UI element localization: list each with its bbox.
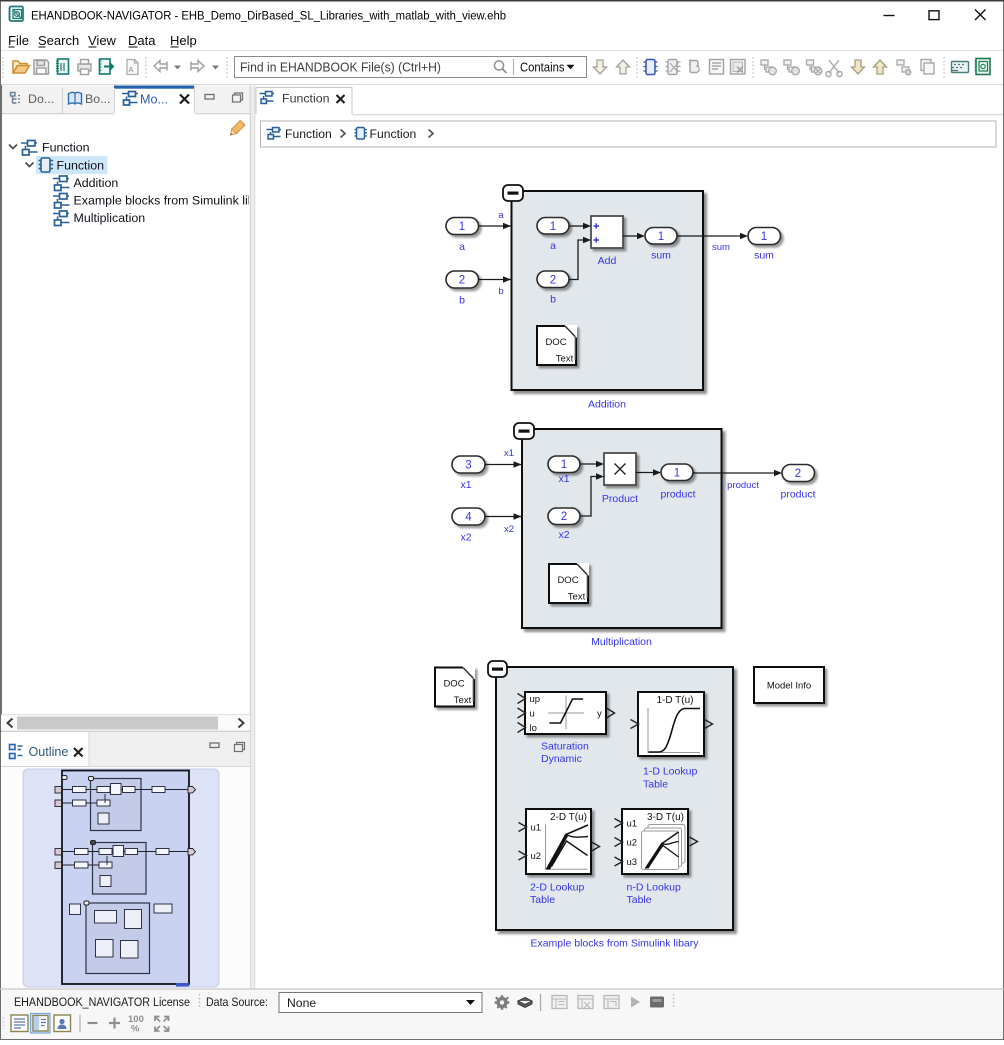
svg-text:Data: Data — [128, 33, 156, 48]
svg-text:Help: Help — [170, 33, 197, 48]
svg-text:sum: sum — [712, 242, 730, 253]
svg-text:u2: u2 — [531, 851, 542, 862]
svg-text:Do...: Do... — [28, 92, 54, 106]
svg-text:x1: x1 — [504, 448, 514, 459]
svg-text:up: up — [530, 694, 541, 705]
svg-text:u3: u3 — [627, 857, 638, 868]
svg-text:Function: Function — [285, 127, 332, 141]
svg-text:product: product — [780, 489, 815, 501]
svg-text:1-D Lookup: 1-D Lookup — [643, 766, 697, 778]
svg-text:2: 2 — [550, 275, 556, 287]
svg-text:2: 2 — [561, 511, 567, 523]
svg-text:u1: u1 — [627, 819, 638, 830]
svg-text:a: a — [498, 210, 504, 221]
svg-text:x1: x1 — [460, 479, 471, 491]
svg-text:sum: sum — [754, 250, 774, 262]
svg-text:1: 1 — [459, 221, 465, 233]
svg-text:None: None — [287, 996, 316, 1010]
svg-text:Contains: Contains — [520, 61, 565, 75]
svg-text:Example blocks from Simulink l: Example blocks from Simulink libary — [530, 938, 699, 950]
svg-text:lo: lo — [530, 723, 537, 734]
svg-text:Table: Table — [530, 894, 555, 906]
svg-text:Add: Add — [598, 255, 617, 267]
svg-text:File: File — [8, 33, 29, 48]
svg-text:Model Info: Model Info — [767, 681, 811, 692]
svg-text:b: b — [498, 286, 503, 297]
svg-text:%: % — [131, 1024, 140, 1035]
svg-text:Table: Table — [627, 894, 652, 906]
svg-text:y: y — [597, 709, 602, 720]
svg-text:3-D T(u): 3-D T(u) — [647, 812, 684, 823]
svg-text:Product: Product — [602, 493, 638, 505]
svg-text:2-D Lookup: 2-D Lookup — [530, 882, 584, 894]
svg-text:Outline: Outline — [29, 745, 69, 759]
svg-text:u2: u2 — [627, 838, 638, 849]
svg-text:u: u — [530, 709, 535, 720]
svg-text:2: 2 — [459, 275, 465, 287]
svg-text:Multiplication: Multiplication — [591, 636, 652, 648]
svg-text:Table: Table — [643, 779, 668, 791]
svg-text:Multiplication: Multiplication — [74, 211, 146, 225]
svg-text:A: A — [129, 65, 134, 74]
svg-text:x2: x2 — [504, 524, 514, 535]
svg-text:1: 1 — [561, 459, 567, 471]
svg-text:4: 4 — [465, 512, 472, 524]
svg-text:1-D T(u): 1-D T(u) — [656, 695, 693, 706]
svg-text:EHANDBOOK-NAVIGATOR - EHB_Demo: EHANDBOOK-NAVIGATOR - EHB_Demo_DirBased_… — [31, 9, 506, 23]
svg-text:a: a — [459, 241, 465, 253]
svg-text:1: 1 — [550, 221, 556, 233]
svg-text:Find in EHANDBOOK File(s) (Ctr: Find in EHANDBOOK File(s) (Ctrl+H) — [240, 61, 441, 75]
svg-text:x1: x1 — [558, 473, 569, 485]
svg-text:1: 1 — [658, 231, 664, 243]
svg-text:x2: x2 — [460, 532, 471, 544]
svg-text:Bo...: Bo... — [85, 92, 110, 106]
svg-text:a: a — [550, 240, 556, 252]
svg-text:product: product — [727, 480, 759, 491]
svg-text:sum: sum — [651, 250, 671, 262]
svg-text:u1: u1 — [531, 823, 542, 834]
svg-text:Saturation: Saturation — [541, 741, 589, 753]
svg-text:Function: Function — [57, 159, 105, 173]
svg-text:Function: Function — [370, 127, 417, 141]
svg-text:Function: Function — [282, 92, 330, 106]
svg-text:Function: Function — [42, 141, 90, 155]
svg-text:Dynamic: Dynamic — [541, 753, 582, 765]
svg-text:x2: x2 — [558, 529, 569, 541]
svg-text:Addition: Addition — [588, 399, 626, 411]
svg-text:1: 1 — [674, 468, 680, 480]
svg-text:b: b — [550, 294, 556, 306]
svg-text:View: View — [88, 33, 117, 48]
svg-text:Addition: Addition — [74, 176, 119, 190]
svg-text:Search: Search — [38, 33, 79, 48]
svg-text:2-D T(u): 2-D T(u) — [550, 812, 587, 823]
svg-text:2: 2 — [795, 468, 801, 480]
svg-text:3: 3 — [465, 460, 471, 472]
svg-text:Data Source:: Data Source: — [206, 995, 268, 1009]
svg-text:b: b — [459, 295, 465, 307]
svg-text:product: product — [660, 489, 695, 501]
svg-text:Mo...: Mo... — [140, 93, 168, 107]
svg-text:1: 1 — [761, 231, 767, 243]
svg-text:EHANDBOOK_NAVIGATOR License: EHANDBOOK_NAVIGATOR License — [14, 995, 190, 1009]
svg-text:Example blocks from Simulink l: Example blocks from Simulink liba — [74, 194, 262, 208]
svg-text:n-D Lookup: n-D Lookup — [627, 882, 681, 894]
